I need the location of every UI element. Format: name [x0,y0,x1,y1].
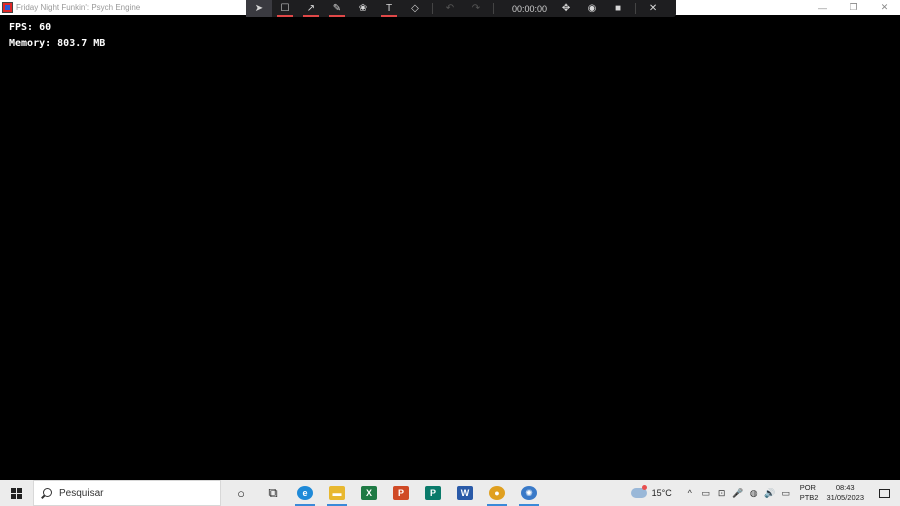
weather-widget[interactable]: 15°C [630,485,672,498]
keyboard-layout: PTB2 [799,493,819,502]
recording-timer: 00:00:00 [512,3,548,14]
window-title: Friday Night Funkin': Psych Engine [16,3,141,12]
taskbar-app-excel[interactable]: X [353,480,385,506]
windows-logo-icon [11,487,22,499]
toolbar-divider [432,3,433,14]
language-code: POR [799,483,816,492]
search-input[interactable]: Pesquisar [33,480,221,506]
chrome-icon: ● [489,486,505,500]
cortana-icon: ○ [237,485,245,501]
search-icon [40,487,53,500]
minimize-button[interactable]: — [807,0,838,15]
microphone-icon[interactable]: 🎤 [732,480,744,506]
debug-stats: FPS: 60 Memory: 803.7 MB [9,20,105,52]
pen-tool-icon[interactable]: ✎ [324,0,350,17]
system-tray: 15°C ^ ▭ ⊡ 🎤 ◍ 🔊 ▭ POR PTB2 08:43 31/05/… [630,480,900,506]
toolbar-divider [493,3,494,14]
eraser-tool-icon[interactable]: ◇ [402,0,428,17]
redo-icon[interactable]: ↷ [463,0,489,17]
task-view-icon: ⧉ [268,485,278,500]
fps-counter: FPS: 60 [9,22,52,33]
record-icon[interactable]: ◉ [579,0,605,17]
network-icon[interactable]: ◍ [748,480,760,506]
restore-button[interactable]: ❐ [838,0,869,15]
memory-counter: Memory: 803.7 MB [9,38,106,49]
taskbar-app-word[interactable]: W [449,480,481,506]
notification-button[interactable] [874,480,894,506]
stop-icon[interactable]: ■ [605,0,631,17]
search-placeholder: Pesquisar [59,487,104,499]
excel-icon: X [361,486,377,500]
language-indicator[interactable]: POR PTB2 [800,483,819,503]
clock-time: 08:43 [835,483,855,492]
taskbar-app-game-app[interactable]: ✺ [513,480,545,506]
close-button[interactable]: ✕ [869,0,900,15]
volume-icon[interactable]: 🔊 [764,480,776,506]
move-handle-icon[interactable]: ✥ [553,0,579,17]
clock[interactable]: 08:43 31/05/2023 [826,483,864,503]
taskbar-app-powerpoint[interactable]: P [385,480,417,506]
taskbar-app-file-explorer[interactable]: ▬ [321,480,353,506]
edge-icon: e [297,486,313,500]
taskbar-app-edge[interactable]: e [289,480,321,506]
recorder-toolbar: ➤ ☐ ↗ ✎ ❀ T ◇ ↶ ↷ 00:00:00 ✥ ◉ ■ ✕ [246,0,676,17]
toolbar-divider [635,3,637,14]
taskbar-app-cortana[interactable]: ○ [225,480,257,506]
taskbar-app-task-view[interactable]: ⧉ [257,480,289,506]
close-recorder-icon[interactable]: ✕ [640,0,666,17]
cloud-icon [630,485,647,498]
meet-icon[interactable]: ⊡ [716,480,728,506]
publisher-icon: P [425,486,441,500]
highlighter-tool-icon[interactable]: ❀ [350,0,376,17]
rectangle-tool-icon[interactable]: ☐ [272,0,298,17]
pinned-apps: ○ ⧉ e ▬ X P P W ● ✺ [225,480,545,506]
device-icon[interactable]: ▭ [700,480,712,506]
taskbar-app-chrome[interactable]: ● [481,480,513,506]
undo-icon[interactable]: ↶ [437,0,463,17]
word-icon: W [457,486,473,500]
arrow-tool-icon[interactable]: ↗ [298,0,324,17]
start-button[interactable] [0,480,33,506]
clock-date: 31/05/2023 [826,493,864,502]
taskbar-app-publisher[interactable]: P [417,480,449,506]
select-tool-icon[interactable]: ➤ [246,0,272,17]
game-app-icon: ✺ [521,486,537,500]
text-tool-icon[interactable]: T [376,0,402,17]
temperature: 15°C [651,488,672,498]
file-explorer-icon: ▬ [329,486,345,500]
taskbar: Pesquisar ○ ⧉ e ▬ X P P W ● ✺ 15°C ^ ▭ ⊡ 🎤 ◍ 🔊 ▭ … [0,480,900,506]
battery-icon[interactable]: ▭ [780,480,792,506]
notification-icon [878,488,890,498]
app-icon [2,2,13,13]
powerpoint-icon: P [393,486,409,500]
show-hidden-icons-icon[interactable]: ^ [684,480,696,506]
window-controls: — ❐ ✕ [807,0,900,15]
